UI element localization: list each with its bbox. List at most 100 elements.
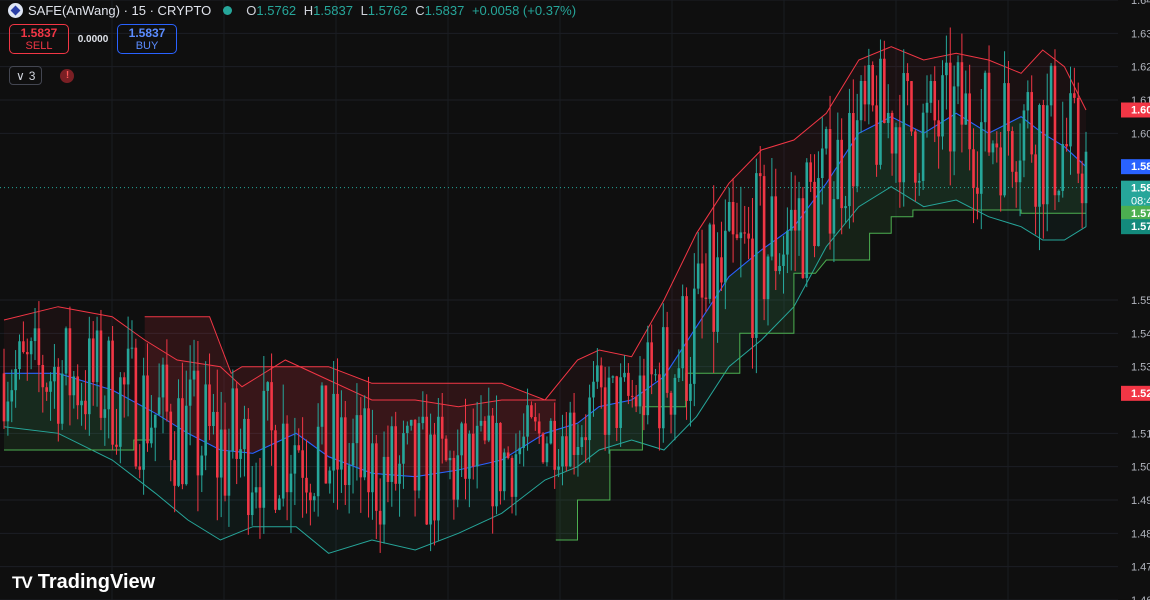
candle-body — [534, 417, 537, 422]
candle-body — [10, 390, 14, 402]
candle-body — [1076, 97, 1080, 174]
indicator-bar: ∨ 3 ! — [9, 66, 75, 85]
candle-body — [739, 232, 743, 239]
candle-body — [1003, 83, 1006, 196]
candle-body — [130, 347, 134, 349]
candle-body — [301, 450, 304, 478]
candle-body — [126, 348, 130, 385]
candle-body — [592, 381, 595, 398]
warning-icon[interactable]: ! — [60, 68, 75, 83]
candle-body — [937, 120, 940, 137]
tradingview-logo[interactable]: TV TradingView — [12, 571, 155, 594]
candle-body — [29, 341, 33, 355]
candle-body — [115, 444, 118, 447]
candle-body — [134, 347, 138, 467]
candle-body — [88, 338, 91, 415]
candle-body — [755, 173, 758, 338]
candle-body — [545, 443, 549, 463]
trade-panel: 1.5837 SELL 0.0000 1.5837 BUY — [9, 24, 177, 54]
candle-body — [813, 181, 816, 247]
candle-body — [243, 418, 246, 450]
candle-body — [925, 102, 929, 113]
candle-body — [642, 375, 646, 416]
candle-body — [506, 452, 510, 458]
candle-body — [456, 455, 460, 500]
price-axis[interactable]: 1.641.631.621.611.601.551.541.531.511.50… — [1131, 0, 1150, 600]
candle-body — [855, 120, 859, 187]
candle-body — [289, 473, 293, 493]
candle-body — [371, 443, 374, 493]
close-value: 1.5837 — [424, 2, 465, 18]
candle-body — [991, 143, 995, 153]
symbol-title[interactable]: SAFE(AnWang) · 15 · CRYPTO — [28, 3, 211, 18]
candle-body — [1045, 105, 1049, 205]
symbol-header[interactable]: SAFE(AnWang) · 15 · CRYPTO O1.5762 H1.58… — [8, 1, 576, 19]
open-key: O — [246, 2, 257, 18]
candle-body — [471, 433, 475, 467]
candle-body — [382, 456, 386, 525]
candle-body — [161, 364, 165, 398]
candle-body — [56, 366, 60, 424]
candle-body — [898, 127, 902, 183]
indicators-toggle[interactable]: ∨ 3 — [9, 66, 43, 85]
price-tag-label: 1.52 — [1131, 388, 1150, 400]
candle-body — [526, 405, 529, 437]
candle-body — [440, 416, 444, 439]
ohlc-values: O1.5762 H1.5837 L1.5762 C1.5837 +0.0058 … — [242, 3, 576, 18]
candle-body — [964, 93, 968, 125]
candle-body — [421, 416, 425, 424]
candle-body — [828, 129, 832, 234]
candle-body — [413, 419, 417, 491]
candle-body — [1022, 110, 1026, 161]
y-tick-label: 1.54 — [1131, 328, 1150, 340]
candle-body — [146, 375, 149, 444]
price-chart[interactable]: 1.641.631.621.611.601.551.541.531.511.50… — [0, 0, 1150, 600]
candle-body — [859, 80, 863, 121]
candle-body — [22, 341, 25, 353]
y-tick-label: 1.55 — [1131, 295, 1150, 307]
candle-body — [661, 327, 665, 429]
candle-body — [107, 340, 111, 410]
candle-body — [297, 445, 301, 451]
high-value: 1.5837 — [313, 2, 353, 18]
sell-button[interactable]: 1.5837 SELL — [9, 24, 69, 54]
candle-body — [165, 364, 169, 412]
candle-body — [518, 447, 522, 455]
candle-body — [247, 418, 250, 516]
candle-body — [948, 62, 952, 152]
candle-body — [1049, 65, 1053, 106]
candle-body — [80, 400, 83, 406]
candle-body — [673, 377, 677, 415]
y-tick-label: 1.53 — [1131, 362, 1150, 374]
candle-body — [770, 196, 774, 257]
candle-body — [1018, 160, 1022, 183]
candle-body — [514, 454, 518, 497]
candle-body — [336, 393, 339, 470]
candle-body — [409, 419, 413, 426]
candle-body — [724, 230, 727, 283]
candle-body — [328, 470, 332, 484]
candle-body — [169, 411, 173, 461]
candle-body — [603, 387, 607, 435]
spread-value: 0.0000 — [77, 33, 109, 45]
candle-body — [324, 385, 328, 484]
candle-body — [952, 86, 956, 152]
candle-body — [378, 510, 382, 525]
candle-body — [584, 437, 588, 441]
candle-body — [1069, 93, 1072, 147]
candle-body — [634, 396, 638, 407]
y-tick-label: 1.51 — [1131, 428, 1150, 440]
buy-button[interactable]: 1.5837 BUY — [117, 24, 177, 54]
candle-body — [894, 127, 898, 154]
candle-body — [646, 342, 650, 416]
tradingview-icon: TV — [12, 572, 33, 592]
candle-body — [879, 58, 882, 165]
candle-body — [979, 122, 983, 194]
candle-body — [689, 383, 692, 401]
candle-body — [502, 452, 506, 492]
candle-body — [762, 176, 766, 300]
y-tick-label: 1.63 — [1131, 28, 1150, 40]
candle-body — [258, 487, 262, 508]
candle-body — [347, 465, 351, 486]
candle-body — [84, 400, 87, 415]
